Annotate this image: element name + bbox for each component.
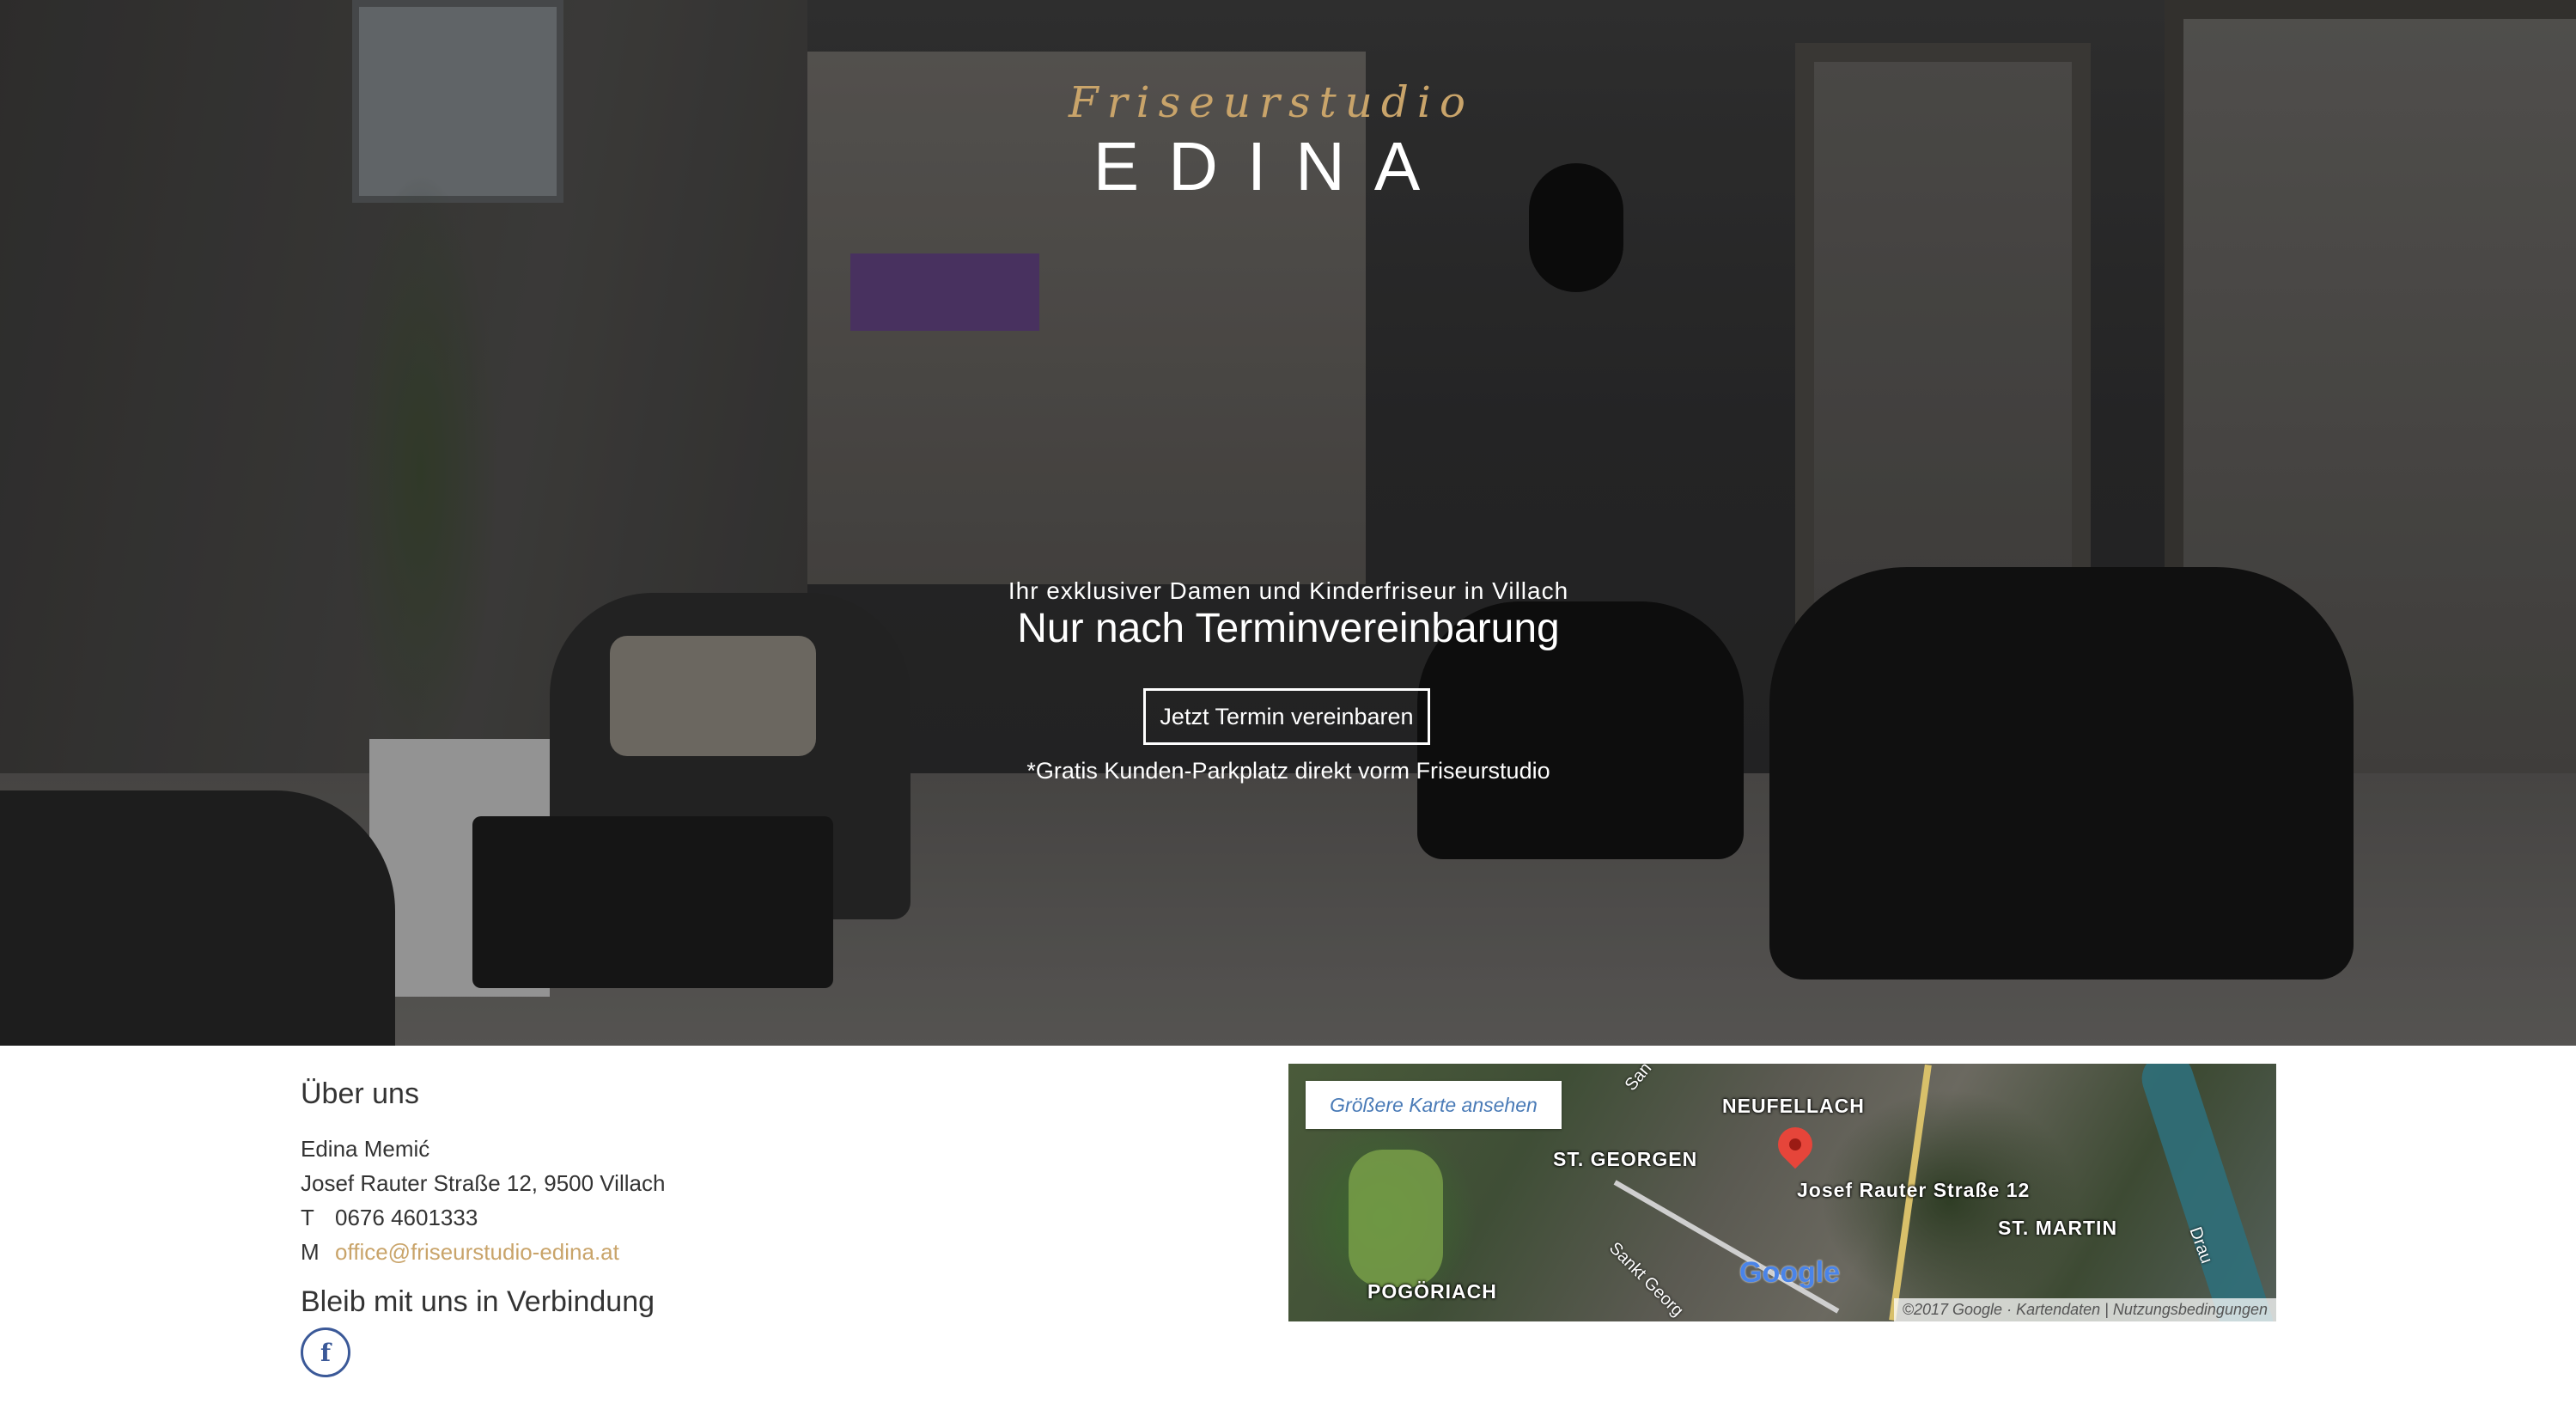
facebook-glyph: f: [320, 1338, 332, 1367]
map-river: [2134, 1064, 2276, 1321]
map-copyright: ©2017 Google · Kartendaten: [1902, 1301, 2101, 1318]
map-road-label: Sankt Georg: [1605, 1238, 1687, 1321]
map-road-label: San: [1621, 1064, 1656, 1095]
map-label-pogoriach: POGÖRIACH: [1367, 1280, 1497, 1303]
brand-name: EDINA: [1093, 128, 1450, 204]
owner-name: Edina Memić: [301, 1136, 430, 1162]
email-link[interactable]: office@friseurstudio-edina.at: [335, 1239, 619, 1265]
phone-label: T: [301, 1205, 314, 1230]
map-label-address: Josef Rauter Straße 12: [1797, 1179, 2031, 1201]
map-label-neufellach: NEUFELLACH: [1722, 1095, 1865, 1117]
map-pin-dot: [1789, 1138, 1801, 1150]
larger-map-button[interactable]: Größere Karte ansehen: [1306, 1081, 1562, 1129]
google-logo: Google: [1739, 1256, 1841, 1289]
parking-note: *Gratis Kunden-Parkplatz direkt vorm Fri…: [1026, 758, 1550, 784]
phone-number: 0676 4601333: [335, 1205, 478, 1230]
address: Josef Rauter Straße 12, 9500 Villach: [301, 1170, 666, 1196]
map-attribution: ©2017 Google · Kartendaten | Nutzungsbed…: [1893, 1298, 2276, 1321]
email-row: Moffice@friseurstudio-edina.at: [301, 1239, 619, 1266]
about-title: Über uns: [301, 1077, 419, 1110]
book-appointment-button[interactable]: Jetzt Termin vereinbaren: [1143, 688, 1430, 745]
location-map[interactable]: Größere Karte ansehen San NEUFELLACH ST.…: [1288, 1064, 2276, 1321]
map-label-st-martin: ST. MARTIN: [1998, 1217, 2118, 1239]
hero-banner: Friseurstudio EDINA Ihr exklusiver Damen…: [0, 0, 2576, 1046]
map-field: [1349, 1150, 1443, 1287]
phone-row: T 0676 4601333: [301, 1205, 478, 1231]
map-label-st-georgen: ST. GEORGEN: [1553, 1148, 1698, 1170]
map-terms-link[interactable]: Nutzungsbedingungen: [2113, 1301, 2268, 1318]
brand-script-title: Friseurstudio: [1069, 77, 1474, 127]
email-label: M: [301, 1239, 320, 1265]
social-title: Bleib mit uns in Verbindung: [301, 1285, 655, 1318]
hero-headline: Nur nach Terminvereinbarung: [1017, 606, 1560, 651]
hero-tagline: Ihr exklusiver Damen und Kinderfriseur i…: [1008, 577, 1569, 604]
facebook-icon[interactable]: f: [301, 1327, 350, 1377]
